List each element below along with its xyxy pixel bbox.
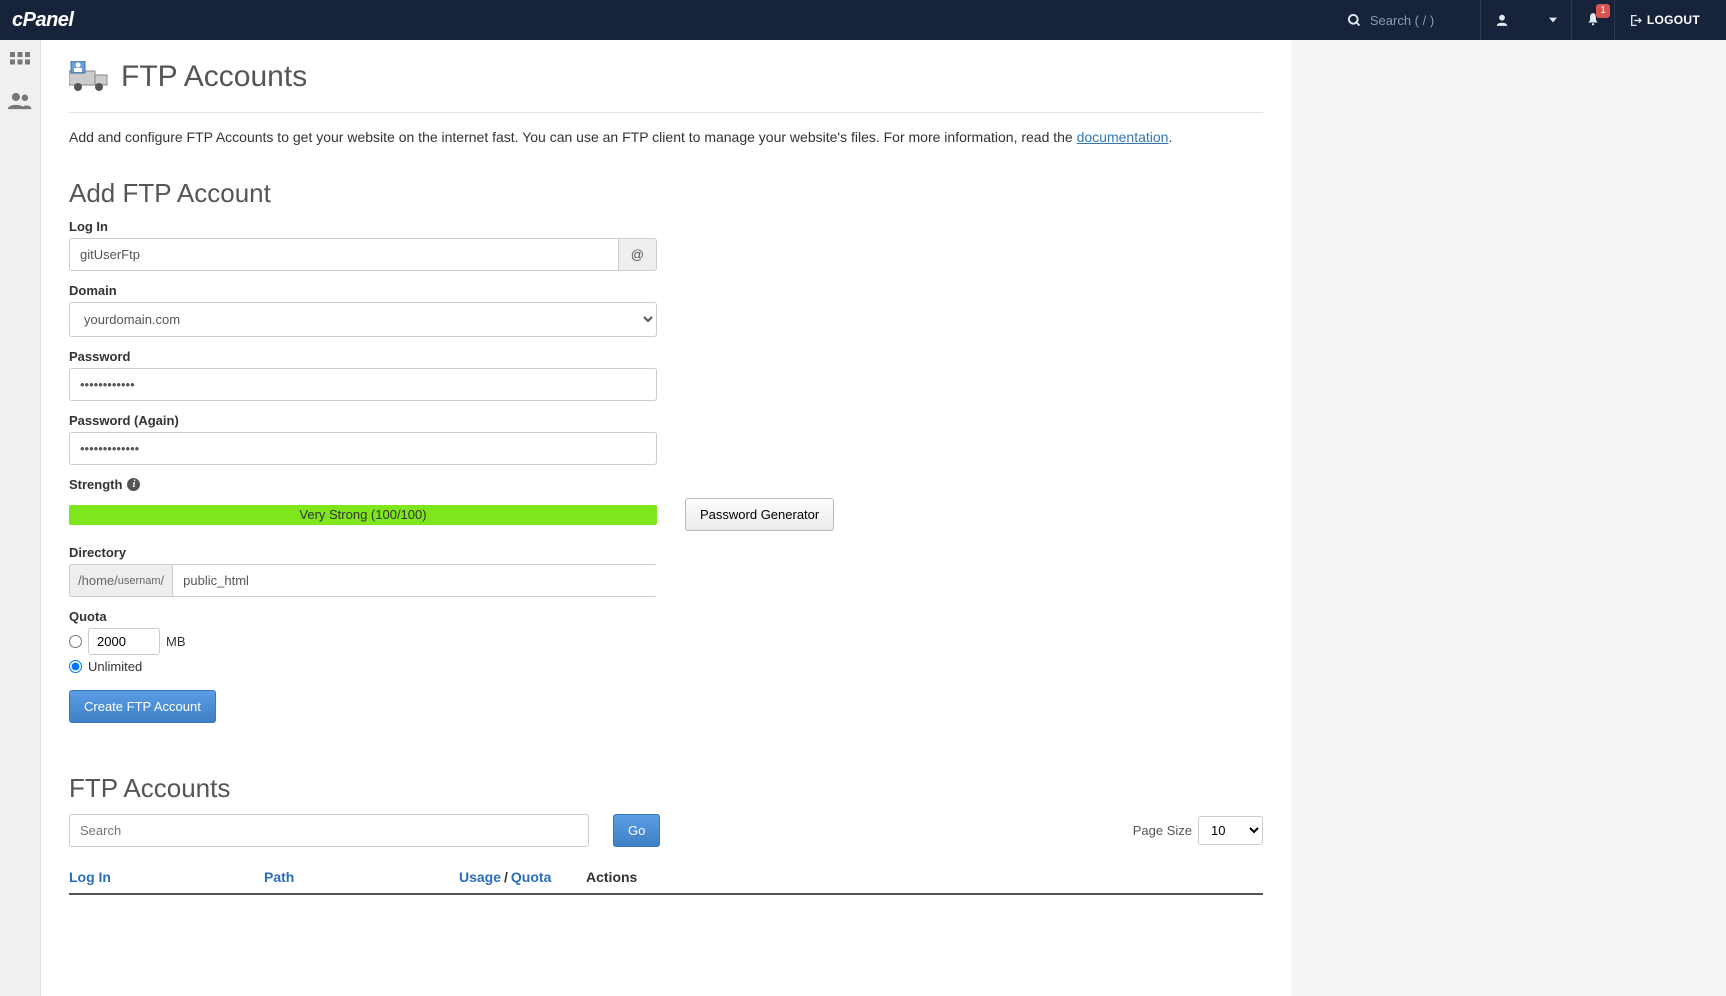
table-header: Log In Path Usage/Quota Actions [69, 861, 1263, 895]
password-input[interactable] [69, 368, 657, 401]
quota-limited-radio[interactable] [69, 635, 82, 648]
logout-button[interactable]: LOGOUT [1614, 0, 1714, 40]
strength-bar: Very Strong (100/100) [69, 505, 657, 525]
password-again-input[interactable] [69, 432, 657, 465]
col-usage[interactable]: Usage [459, 869, 501, 885]
usage-separator: / [504, 869, 508, 885]
go-button[interactable]: Go [613, 814, 660, 847]
main-content: FTP Accounts Add and configure FTP Accou… [41, 40, 1291, 996]
domain-select[interactable]: yourdomain.com [69, 302, 657, 337]
col-login[interactable]: Log In [69, 869, 264, 885]
directory-prefix: /home/usernam/ [69, 564, 172, 597]
notification-badge: 1 [1596, 4, 1610, 18]
topbar-search[interactable] [1347, 13, 1480, 28]
quota-unlimited-label: Unlimited [88, 659, 142, 674]
login-label: Log In [69, 219, 657, 234]
quota-unlimited-radio[interactable] [69, 660, 82, 673]
logout-icon [1629, 14, 1642, 27]
password-generator-button[interactable]: Password Generator [685, 498, 834, 531]
create-ftp-account-button[interactable]: Create FTP Account [69, 690, 216, 723]
logo: cPanel [12, 9, 73, 32]
grid-icon [8, 50, 32, 74]
desc-text: Add and configure FTP Accounts to get yo… [69, 129, 1077, 145]
domain-label: Domain [69, 283, 657, 298]
user-icon [1495, 13, 1509, 27]
col-path[interactable]: Path [264, 869, 459, 885]
topbar: cPanel 1 LOGOUT [0, 0, 1726, 40]
notifications[interactable]: 1 [1571, 0, 1614, 40]
page-size-select[interactable]: 10 [1198, 816, 1263, 845]
quota-unit: MB [166, 634, 186, 649]
accounts-search-input[interactable] [69, 814, 589, 847]
strength-label: Strength i [69, 477, 657, 492]
page-description: Add and configure FTP Accounts to get yo… [69, 113, 1263, 158]
search-icon [1347, 13, 1362, 28]
documentation-link[interactable]: documentation [1077, 129, 1169, 145]
sidebar-apps[interactable] [8, 50, 32, 77]
login-at-addon: @ [618, 238, 657, 271]
logout-label: LOGOUT [1647, 13, 1700, 27]
directory-label: Directory [69, 545, 657, 560]
ftp-truck-icon [69, 61, 113, 93]
ftp-accounts-heading: FTP Accounts [69, 773, 1263, 804]
sidebar-users[interactable] [7, 91, 33, 114]
quota-value-input[interactable] [88, 628, 160, 655]
quota-label: Quota [69, 609, 657, 624]
page-title: FTP Accounts [121, 60, 307, 94]
topbar-search-input[interactable] [1370, 13, 1480, 28]
info-icon[interactable]: i [127, 478, 140, 491]
users-icon [7, 91, 33, 111]
caret-down-icon [1549, 16, 1557, 24]
password-label: Password [69, 349, 657, 364]
desc-post: . [1168, 129, 1172, 145]
col-actions: Actions [586, 869, 1263, 885]
col-quota[interactable]: Quota [511, 869, 551, 885]
page-size-label: Page Size [1133, 823, 1192, 838]
login-input[interactable] [69, 238, 618, 271]
add-ftp-heading: Add FTP Account [69, 178, 1263, 209]
sidebar [0, 40, 41, 996]
directory-input[interactable] [172, 564, 657, 597]
password-again-label: Password (Again) [69, 413, 657, 428]
user-menu[interactable] [1480, 0, 1571, 40]
